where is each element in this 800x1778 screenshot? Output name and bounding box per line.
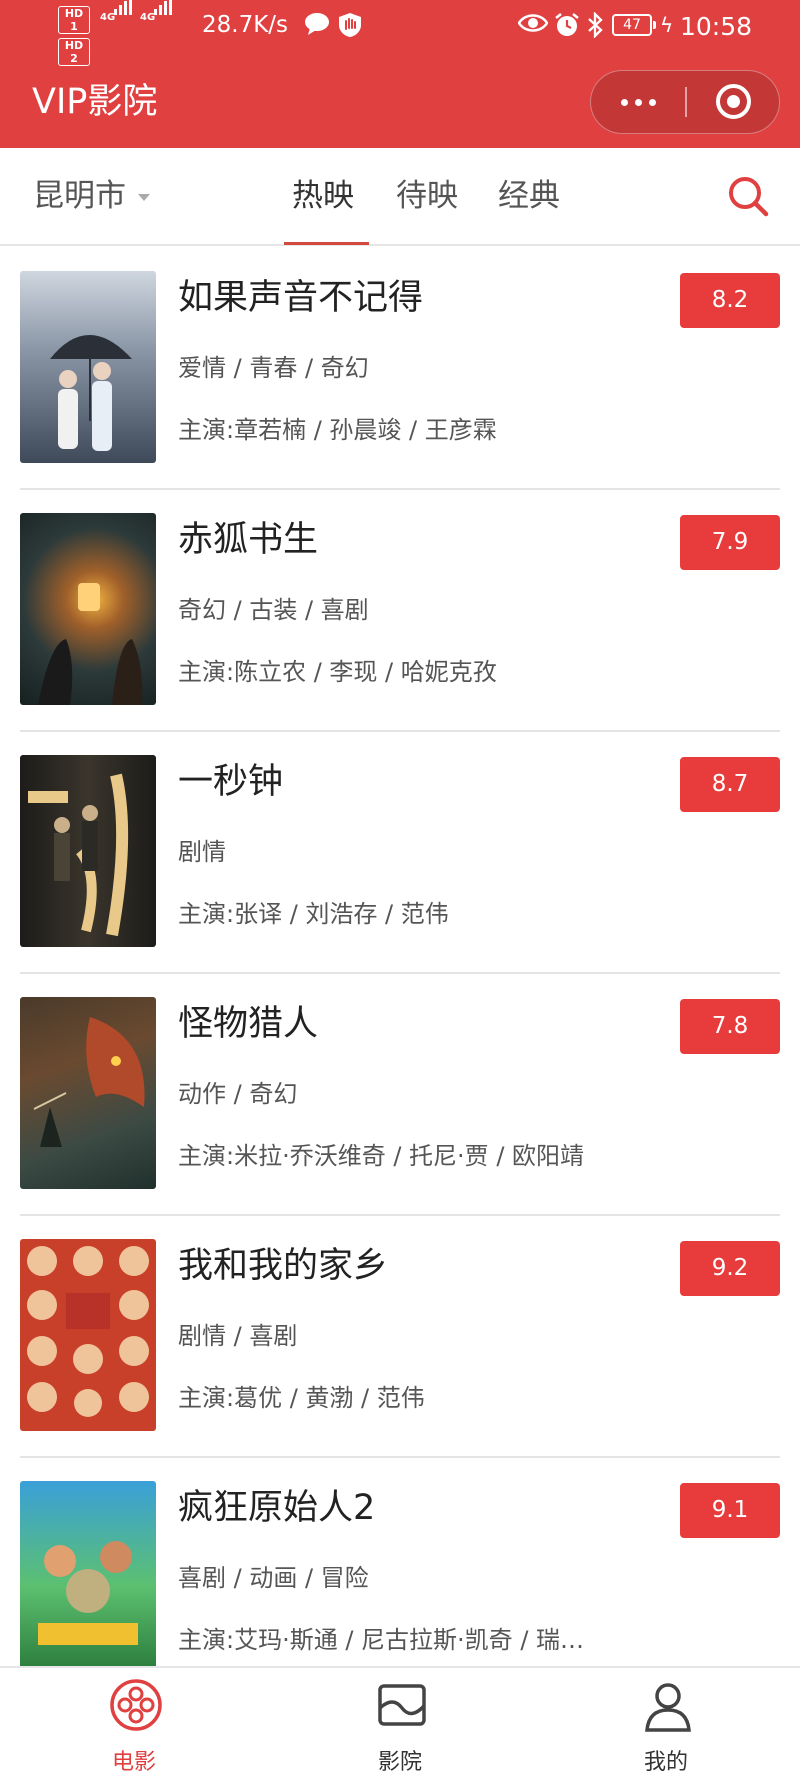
tab-label: 影院 bbox=[377, 1750, 422, 1775]
movie-cast: 主演:葛优 / 黄渤 / 范伟 bbox=[178, 1384, 425, 1412]
movie-poster[interactable] bbox=[20, 271, 156, 463]
movie-cast: 主演:章若楠 / 孙晨竣 / 王彦霖 bbox=[178, 416, 497, 444]
movie-cast: 主演:艾玛·斯通 / 尼古拉斯·凯奇 / 瑞… bbox=[178, 1626, 585, 1654]
movie-title: 一秒钟 bbox=[178, 762, 284, 802]
movie-poster[interactable] bbox=[20, 1239, 156, 1431]
charging-icon: ϟ bbox=[660, 13, 674, 37]
tab-movies[interactable]: 电影 bbox=[64, 1668, 204, 1778]
movie-item[interactable]: 疯狂原始人2 喜剧 / 动画 / 冒险 主演:艾玛·斯通 / 尼古拉斯·凯奇 /… bbox=[0, 1458, 800, 1700]
movie-poster[interactable] bbox=[20, 1481, 156, 1673]
filter-bar: 昆明市 热映 待映 经典 bbox=[0, 148, 800, 246]
chevron-down-icon[interactable] bbox=[138, 194, 150, 201]
alarm-icon bbox=[555, 13, 579, 36]
city-selector[interactable]: 昆明市 bbox=[33, 176, 126, 216]
tab-label: 我的 bbox=[643, 1750, 688, 1775]
movie-cast: 主演:张译 / 刘浩存 / 范伟 bbox=[178, 900, 449, 928]
movie-poster[interactable] bbox=[20, 513, 156, 705]
movie-item[interactable]: 如果声音不记得 爱情 / 青春 / 奇幻 主演:章若楠 / 孙晨竣 / 王彦霖 … bbox=[0, 248, 800, 490]
movie-poster[interactable] bbox=[20, 755, 156, 947]
battery-icon: 47 bbox=[612, 14, 656, 36]
signal-icon-1: 4G bbox=[100, 0, 132, 23]
message-icon bbox=[305, 13, 329, 35]
network-speed: 28.7K/s bbox=[202, 12, 289, 38]
app-header: HD 1 HD 2 4G 4G 28.7K/s 47 ϟ 10:58 VIP影院 bbox=[0, 0, 800, 148]
more-dot-icon bbox=[635, 99, 642, 106]
signal-icon-2: 4G bbox=[140, 0, 172, 23]
movie-title: 怪物猎人 bbox=[178, 1004, 319, 1044]
movie-genre: 奇幻 / 古装 / 喜剧 bbox=[178, 596, 369, 624]
movie-cast: 主演:米拉·乔沃维奇 / 托尼·贾 / 欧阳靖 bbox=[178, 1142, 585, 1170]
movie-title: 如果声音不记得 bbox=[178, 278, 424, 318]
tab-now-showing[interactable]: 热映 bbox=[292, 176, 354, 216]
mini-program-capsule bbox=[590, 70, 780, 134]
hd2-badge: HD 2 bbox=[58, 38, 90, 66]
movie-item[interactable]: 赤狐书生 奇幻 / 古装 / 喜剧 主演:陈立农 / 李现 / 哈妮克孜 7.9 bbox=[0, 490, 800, 732]
movie-title: 疯狂原始人2 bbox=[178, 1488, 376, 1528]
movie-cast: 主演:陈立农 / 李现 / 哈妮克孜 bbox=[178, 658, 497, 686]
shield-hand-icon bbox=[339, 13, 361, 37]
active-tab-indicator bbox=[284, 242, 369, 245]
eye-icon bbox=[518, 14, 548, 32]
more-dot-icon bbox=[649, 99, 656, 106]
movie-poster[interactable] bbox=[20, 997, 156, 1189]
status-bar: HD 1 HD 2 4G 4G 28.7K/s 47 ϟ 10:58 bbox=[0, 0, 800, 66]
close-button[interactable] bbox=[686, 71, 779, 132]
score-badge: 9.2 bbox=[680, 1241, 780, 1296]
movie-genre: 爱情 / 青春 / 奇幻 bbox=[178, 354, 369, 382]
app-title: VIP影院 bbox=[32, 82, 158, 122]
cinema-picture-icon bbox=[378, 1684, 426, 1726]
bottom-tab-bar: 电影 影院 我的 bbox=[0, 1666, 800, 1778]
movie-genre: 喜剧 / 动画 / 冒险 bbox=[178, 1564, 369, 1592]
movie-item[interactable]: 我和我的家乡 剧情 / 喜剧 主演:葛优 / 黄渤 / 范伟 9.2 bbox=[0, 1216, 800, 1458]
more-dot-icon bbox=[621, 99, 628, 106]
target-icon bbox=[716, 84, 751, 119]
tab-classic[interactable]: 经典 bbox=[498, 176, 560, 216]
search-icon[interactable] bbox=[726, 174, 770, 218]
film-reel-icon bbox=[110, 1679, 162, 1731]
score-badge: 7.8 bbox=[680, 999, 780, 1054]
user-icon bbox=[645, 1683, 691, 1732]
movie-genre: 动作 / 奇幻 bbox=[178, 1080, 298, 1108]
score-badge: 9.1 bbox=[680, 1483, 780, 1538]
tab-profile[interactable]: 我的 bbox=[596, 1668, 736, 1778]
movie-item[interactable]: 怪物猎人 动作 / 奇幻 主演:米拉·乔沃维奇 / 托尼·贾 / 欧阳靖 7.8 bbox=[0, 974, 800, 1216]
movie-item[interactable]: 一秒钟 剧情 主演:张译 / 刘浩存 / 范伟 8.7 bbox=[0, 732, 800, 974]
bluetooth-icon bbox=[588, 12, 603, 38]
score-badge: 8.2 bbox=[680, 273, 780, 328]
hd-indicator: HD 1 HD 2 bbox=[58, 6, 90, 70]
movie-title: 我和我的家乡 bbox=[178, 1246, 389, 1286]
more-button[interactable] bbox=[591, 71, 686, 132]
tab-label: 电影 bbox=[111, 1750, 156, 1775]
score-badge: 7.9 bbox=[680, 515, 780, 570]
movie-title: 赤狐书生 bbox=[178, 520, 319, 560]
hd1-badge: HD 1 bbox=[58, 6, 90, 34]
tab-cinemas[interactable]: 影院 bbox=[330, 1668, 470, 1778]
status-time: 10:58 bbox=[680, 12, 753, 41]
score-badge: 8.7 bbox=[680, 757, 780, 812]
tab-coming-soon[interactable]: 待映 bbox=[396, 176, 458, 216]
movie-genre: 剧情 bbox=[178, 838, 226, 866]
movie-genre: 剧情 / 喜剧 bbox=[178, 1322, 298, 1350]
